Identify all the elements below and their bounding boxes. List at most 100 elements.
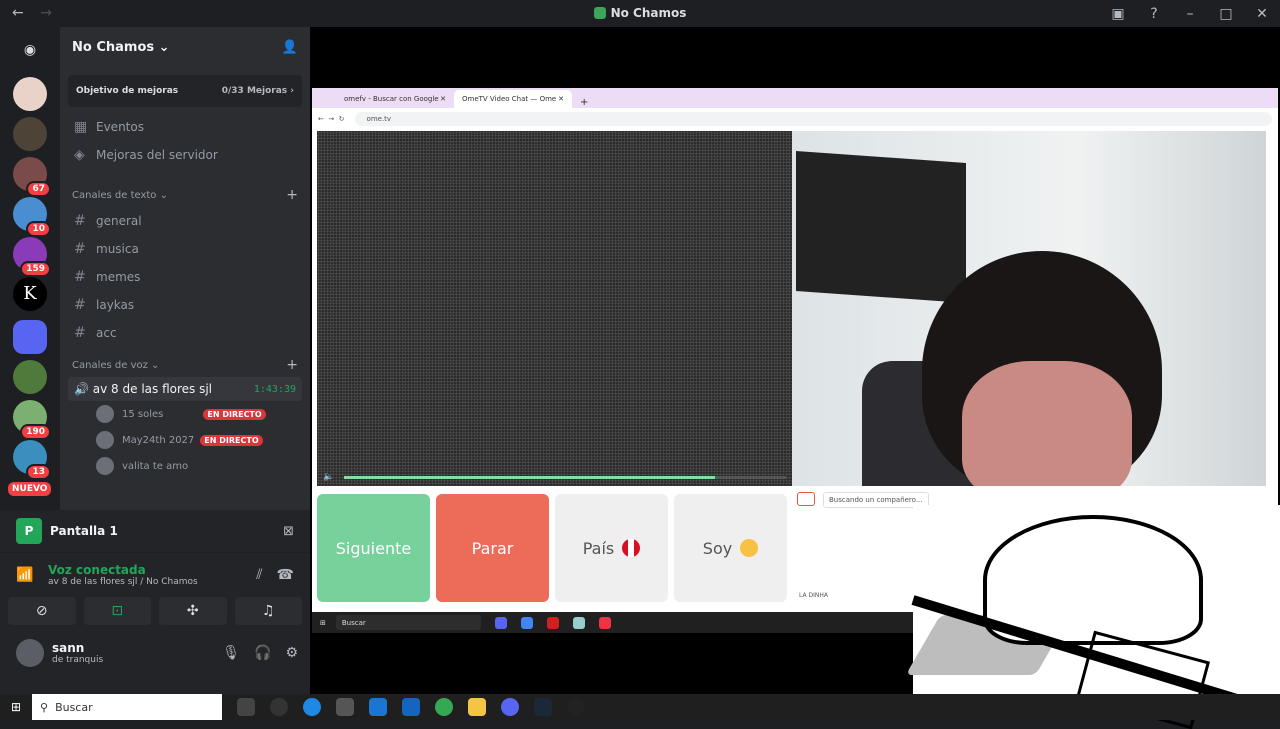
hash-icon: # (74, 241, 86, 257)
discord-home-icon[interactable]: ◉ (13, 33, 47, 67)
server-header[interactable]: No Chamos ⌄ 👤 (60, 27, 310, 67)
url-input[interactable]: ome.tv (354, 112, 1272, 126)
store-icon[interactable] (336, 698, 354, 716)
voice-actions: ⊘ ⊡ ✣ ♫ (0, 597, 310, 625)
boost-goal-bar[interactable]: Objetivo de mejoras 0/33 Mejoras › (68, 75, 302, 107)
edge-icon[interactable] (303, 698, 321, 716)
server-icon (593, 7, 606, 19)
app-icon-2[interactable] (402, 698, 420, 716)
stop-button[interactable]: Parar (436, 494, 549, 602)
screen-share-row: P Pantalla 1 ⊠ (0, 510, 310, 552)
server-icon-k[interactable]: K (13, 277, 47, 311)
channel-memes[interactable]: # memes (60, 263, 310, 291)
browser-tabs: omefv - Buscar con Google ✕ OmeTV Video C… (312, 88, 1278, 108)
camera-off-button[interactable]: ⊘ (8, 597, 76, 625)
voice-category[interactable]: Canales de voz ⌄ + (60, 353, 310, 377)
hash-icon: # (74, 325, 86, 341)
voice-channel-active[interactable]: 🔊 av 8 de las flores sjl 1:43:39 (68, 377, 302, 401)
chrome-icon (520, 616, 533, 629)
close-icon[interactable]: ✕ (440, 95, 446, 103)
opera-icon (546, 616, 559, 629)
close-icon[interactable]: ✕ (558, 95, 564, 103)
country-button[interactable]: País (555, 494, 668, 602)
server-icon-6[interactable] (13, 360, 47, 394)
boost-icon: ◈ (74, 147, 85, 163)
add-friend-icon[interactable]: 👤 (282, 40, 298, 55)
obs-icon[interactable] (567, 698, 585, 716)
minimize-button[interactable]: – (1172, 6, 1208, 22)
channel-laykas[interactable]: # laykas (60, 291, 310, 319)
server-boosts-item[interactable]: ◈ Mejoras del servidor (60, 141, 310, 169)
chrome-icon[interactable] (435, 698, 453, 716)
search-icon: ⚲ (40, 700, 49, 714)
inbox-icon[interactable]: ▣ (1100, 6, 1136, 22)
folder-icon[interactable] (13, 320, 47, 354)
task-view-icon[interactable] (237, 698, 255, 716)
server-icon-3[interactable]: 67 (13, 157, 51, 197)
volume-slider[interactable]: 🔈 (317, 468, 792, 486)
gear-icon[interactable]: ⚙ (285, 645, 298, 661)
disconnect-icon[interactable]: ☎ (277, 567, 294, 583)
taskbar-search[interactable]: ⚲ Buscar (32, 694, 222, 720)
voice-user-2[interactable]: May24th 2027 EN DIRECTO (60, 427, 310, 453)
stop-stream-icon[interactable]: ⊠ (283, 524, 294, 539)
avatar (96, 431, 114, 449)
add-channel-icon[interactable]: + (286, 187, 298, 203)
text-category[interactable]: Canales de texto ⌄ + (60, 183, 310, 207)
server-icon-1[interactable] (13, 77, 47, 111)
channel-general[interactable]: # general (60, 207, 310, 235)
add-voice-channel-icon[interactable]: + (286, 357, 298, 373)
help-icon[interactable]: ? (1136, 6, 1172, 22)
new-tab-icon[interactable]: + (580, 97, 588, 108)
close-button[interactable]: ✕ (1244, 6, 1280, 22)
volume-icon: 🔈 (323, 472, 335, 482)
soundboard-button[interactable]: ♫ (234, 597, 302, 625)
voice-user-1[interactable]: 15 soles EN DIRECTO (60, 401, 310, 427)
microphone-icon[interactable]: 🎙 (222, 645, 240, 661)
voice-user-3[interactable]: valita te amo (60, 453, 310, 479)
forward-icon[interactable]: → (328, 115, 334, 123)
ometv-logo-icon (797, 492, 815, 506)
mail-icon[interactable] (369, 698, 387, 716)
app-icon-2 (598, 616, 611, 629)
server-icon-7[interactable]: 190 (13, 400, 51, 440)
reload-icon[interactable]: ↻ (339, 115, 345, 123)
channel-sidebar: No Chamos ⌄ 👤 Objetivo de mejoras 0/33 M… (60, 27, 310, 510)
discord-icon[interactable] (501, 698, 519, 716)
back-icon[interactable]: ← (318, 115, 324, 123)
avatar[interactable] (16, 639, 44, 667)
server-icon-5[interactable]: 159 (13, 237, 51, 277)
headphones-icon[interactable]: 🎧 (254, 645, 271, 661)
tab-ometv[interactable]: OmeTV Video Chat — Ome ✕ (454, 90, 572, 108)
tab-google[interactable]: omefv - Buscar con Google ✕ (336, 90, 454, 108)
user-info: sann de tranquis 🎙 🎧 ⚙ (0, 625, 310, 667)
avatar (96, 457, 114, 475)
server-icon-2[interactable] (13, 117, 47, 151)
app-icon[interactable] (270, 698, 288, 716)
hash-icon: # (74, 269, 86, 285)
server-icon-8[interactable]: 13 (13, 440, 51, 480)
windows-start-icon[interactable]: ⊞ (0, 700, 32, 714)
gender-button[interactable]: Soy (674, 494, 787, 602)
hash-icon: # (74, 297, 86, 313)
next-button[interactable]: Siguiente (317, 494, 430, 602)
events-item[interactable]: ▦ Eventos (60, 113, 310, 141)
channel-acc[interactable]: # acc (60, 319, 310, 347)
user-panel: P Pantalla 1 ⊠ 📶 Voz conectada av 8 de la… (0, 510, 310, 720)
window-title: No Chamos (0, 6, 1280, 20)
steam-icon[interactable] (534, 698, 552, 716)
footer-text: LA DINHA (799, 592, 828, 599)
bongo-cat-overlay (905, 505, 1280, 729)
activities-button[interactable]: ✣ (159, 597, 227, 625)
file-explorer-icon[interactable] (468, 698, 486, 716)
new-badge: NUEVO (8, 482, 52, 496)
partner-video (317, 131, 792, 486)
channel-musica[interactable]: # musica (60, 235, 310, 263)
server-list: ◉ 67 10 159 K 190 13 NUEVO (0, 27, 60, 510)
share-screen-button[interactable]: ⊡ (83, 597, 151, 625)
maximize-button[interactable]: □ (1208, 6, 1244, 22)
server-icon-4[interactable]: 10 (13, 197, 51, 237)
speaker-icon: 🔊 (74, 382, 89, 396)
noise-suppression-icon[interactable]: ⫽ (256, 567, 262, 583)
avatar (96, 405, 114, 423)
